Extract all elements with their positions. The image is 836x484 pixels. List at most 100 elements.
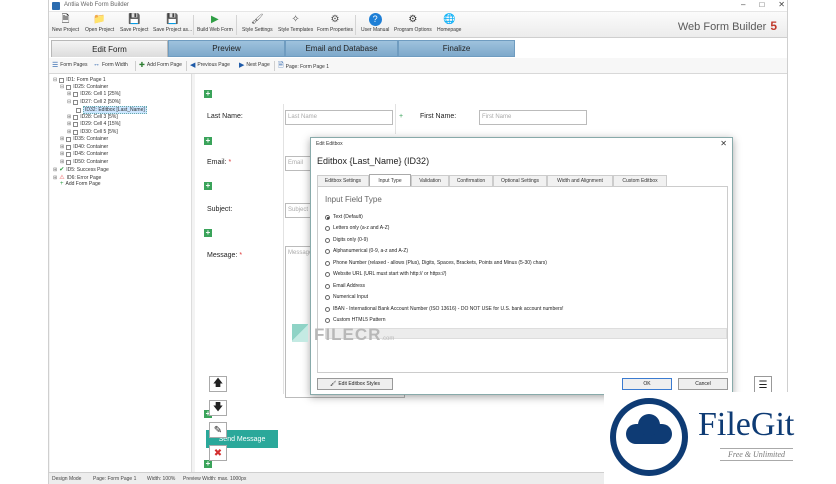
- first-name-input[interactable]: First Name: [479, 110, 587, 125]
- tree-node[interactable]: ⊞ ID45: Container: [60, 151, 108, 157]
- radio-digits-only[interactable]: Digits only (0-9): [325, 237, 368, 243]
- dialog-title: Edit Editbox: [316, 141, 343, 147]
- status-preview-width: Preview Width: max. 1000px: [183, 476, 247, 482]
- radio-text-default[interactable]: Text (Default): [325, 214, 363, 220]
- last-name-input[interactable]: Last Name: [285, 110, 393, 125]
- add-element-button[interactable]: +: [204, 137, 212, 145]
- radio-custom-html5-pattern[interactable]: Custom HTML5 Pattern: [325, 317, 386, 323]
- program-options-button[interactable]: ⚙ Program Options: [394, 13, 432, 33]
- container-icon: [66, 151, 72, 157]
- main-tabs: Edit Form Preview Email and Database Fin…: [49, 38, 787, 58]
- radio-email-address[interactable]: Email Address: [325, 283, 365, 289]
- form-width-button[interactable]: ↔ Form Width: [93, 61, 128, 68]
- tree-node[interactable]: ⊞ ID35: Container: [60, 136, 108, 142]
- tab-email-database[interactable]: Email and Database: [285, 40, 398, 57]
- open-project-button[interactable]: 📁 Open Project: [85, 13, 114, 33]
- form-pages-button[interactable]: ☰ Form Pages: [52, 61, 88, 69]
- arrow-up-icon: 🡅: [212, 377, 224, 389]
- cell-plus-icon[interactable]: +: [399, 113, 403, 120]
- cloud-icon: [626, 414, 672, 444]
- ribbon-separator: [236, 15, 237, 35]
- page-icon: 🗎: [278, 62, 284, 69]
- tree-node[interactable]: ⊞ ID50: Container: [60, 159, 108, 165]
- ok-button[interactable]: OK: [622, 378, 672, 390]
- toolbar-separator: [274, 61, 275, 71]
- radio-indicator: [325, 294, 330, 300]
- tab-width-alignment[interactable]: Width and Alignment: [547, 175, 613, 186]
- minimize-icon[interactable]: –: [741, 0, 745, 9]
- previous-page-button[interactable]: ◀ Previous Page: [190, 61, 230, 69]
- pages-icon: ☰: [52, 62, 59, 69]
- radio-alphanumerical[interactable]: Alphanumerical (0-9, a-z and A-Z): [325, 248, 408, 254]
- tab-validation[interactable]: Validation: [411, 175, 449, 186]
- add-form-page-button[interactable]: ✚ Add Form Page: [139, 61, 182, 69]
- tree-node[interactable]: ⊞ ID29: Cell 4 [15%]: [67, 121, 121, 127]
- add-element-button[interactable]: +: [204, 229, 212, 237]
- move-down-button[interactable]: 🡇: [209, 400, 227, 416]
- tree-node[interactable]: ⊞ ID40: Container: [60, 144, 108, 150]
- tab-confirmation[interactable]: Confirmation: [449, 175, 493, 186]
- editbox-icon: [76, 107, 81, 113]
- add-element-button[interactable]: +: [204, 90, 212, 98]
- filegit-tagline: Free & Unlimited: [720, 448, 794, 461]
- maximize-icon[interactable]: □: [759, 0, 764, 9]
- tree-node-selected[interactable]: ID32: Editbox [Last_Name]: [76, 106, 147, 114]
- save-project-button[interactable]: 💾 Save Project: [120, 13, 148, 33]
- style-templates-button[interactable]: ✧ Style Templates: [278, 13, 313, 33]
- radio-indicator: [325, 248, 330, 254]
- radio-phone-number[interactable]: Phone Number (relaxed - allows (Plus), D…: [325, 260, 547, 266]
- tree-node[interactable]: ⊞ ⚠ ID6: Error Page: [53, 174, 101, 182]
- edit-editbox-dialog: Edit Editbox ✕ Editbox {Last_Name} (ID32…: [310, 137, 733, 395]
- cell-icon: [73, 91, 79, 97]
- tree-node[interactable]: ⊞ ID28: Cell 3 [5%]: [67, 114, 118, 120]
- save-project-as-button[interactable]: 💾 Save Project as...: [153, 13, 192, 33]
- form-properties-button[interactable]: ⚙ Form Properties: [317, 13, 353, 33]
- edit-element-button[interactable]: ✎: [209, 422, 227, 438]
- tab-edit-form[interactable]: Edit Form: [51, 40, 168, 57]
- tab-editbox-settings[interactable]: Editbox Settings: [317, 175, 369, 186]
- structure-tree: ⊟ ID1: Form Page 1 ⊟ ID25: Container ⊞ ID26…: [50, 74, 192, 472]
- tree-node[interactable]: ⊞ ID26: Cell 1 [25%]: [67, 91, 121, 97]
- radio-numerical-input[interactable]: Numerical Input: [325, 294, 368, 300]
- add-element-button[interactable]: +: [204, 460, 212, 468]
- delete-element-button[interactable]: ✖: [209, 445, 227, 461]
- filegit-name: FileGit: [698, 406, 795, 443]
- cancel-button[interactable]: Cancel: [678, 378, 728, 390]
- next-page-button[interactable]: ▶ Next Page: [239, 61, 270, 69]
- tree-node[interactable]: ⊞ ID30: Cell 5 [5%]: [67, 129, 118, 135]
- tree-add-page[interactable]: + Add Form Page: [60, 181, 101, 187]
- radio-letters-only[interactable]: Letters only (a-z and A-Z): [325, 225, 389, 231]
- tree-node[interactable]: ⊟ ID1: Form Page 1: [53, 77, 106, 83]
- radio-website-url[interactable]: Website URL (URL must start with http://…: [325, 271, 446, 277]
- save-as-icon: 💾: [166, 14, 179, 25]
- container-icon: [66, 84, 72, 90]
- style-settings-button[interactable]: 🖌 Style Settings: [242, 13, 273, 33]
- column-divider: [283, 104, 284, 394]
- help-icon: ?: [368, 13, 382, 26]
- new-project-button[interactable]: 🗎 New Project: [52, 13, 79, 33]
- tab-optional-settings[interactable]: Optional Settings: [493, 175, 547, 186]
- close-icon[interactable]: ✕: [778, 0, 785, 9]
- cell-icon: [73, 99, 79, 105]
- arrow-left-icon: ◀: [190, 62, 196, 69]
- close-icon[interactable]: ✕: [720, 139, 727, 148]
- width-icon: ↔: [93, 61, 100, 68]
- tab-preview[interactable]: Preview: [168, 40, 285, 57]
- plus-icon: +: [60, 181, 64, 187]
- radio-iban[interactable]: IBAN - International Bank Account Number…: [325, 306, 564, 312]
- tab-input-type[interactable]: Input Type: [369, 174, 411, 186]
- tree-node[interactable]: ⊟ ID25: Container: [60, 84, 108, 90]
- open-folder-icon: 📁: [93, 14, 106, 25]
- tree-node[interactable]: ⊞ ✔ ID5: Success Page: [53, 166, 109, 174]
- tab-finalize[interactable]: Finalize: [398, 40, 515, 57]
- tree-node[interactable]: ⊟ ID27: Cell 2 [50%]: [67, 99, 121, 105]
- arrow-down-icon: 🡇: [212, 401, 224, 413]
- add-element-button[interactable]: +: [204, 182, 212, 190]
- edit-editbox-styles-button[interactable]: 🖌 Edit Editbox Styles: [317, 378, 393, 390]
- build-web-form-button[interactable]: ▶ Build Web Form: [197, 13, 233, 33]
- user-manual-button[interactable]: ? User Manual: [361, 13, 389, 33]
- homepage-button[interactable]: 🌐 Homepage: [437, 13, 461, 33]
- move-up-button[interactable]: 🡅: [209, 376, 227, 392]
- new-file-icon: 🗎: [61, 14, 70, 25]
- tab-custom-editbox[interactable]: Custom Editbox: [613, 175, 667, 186]
